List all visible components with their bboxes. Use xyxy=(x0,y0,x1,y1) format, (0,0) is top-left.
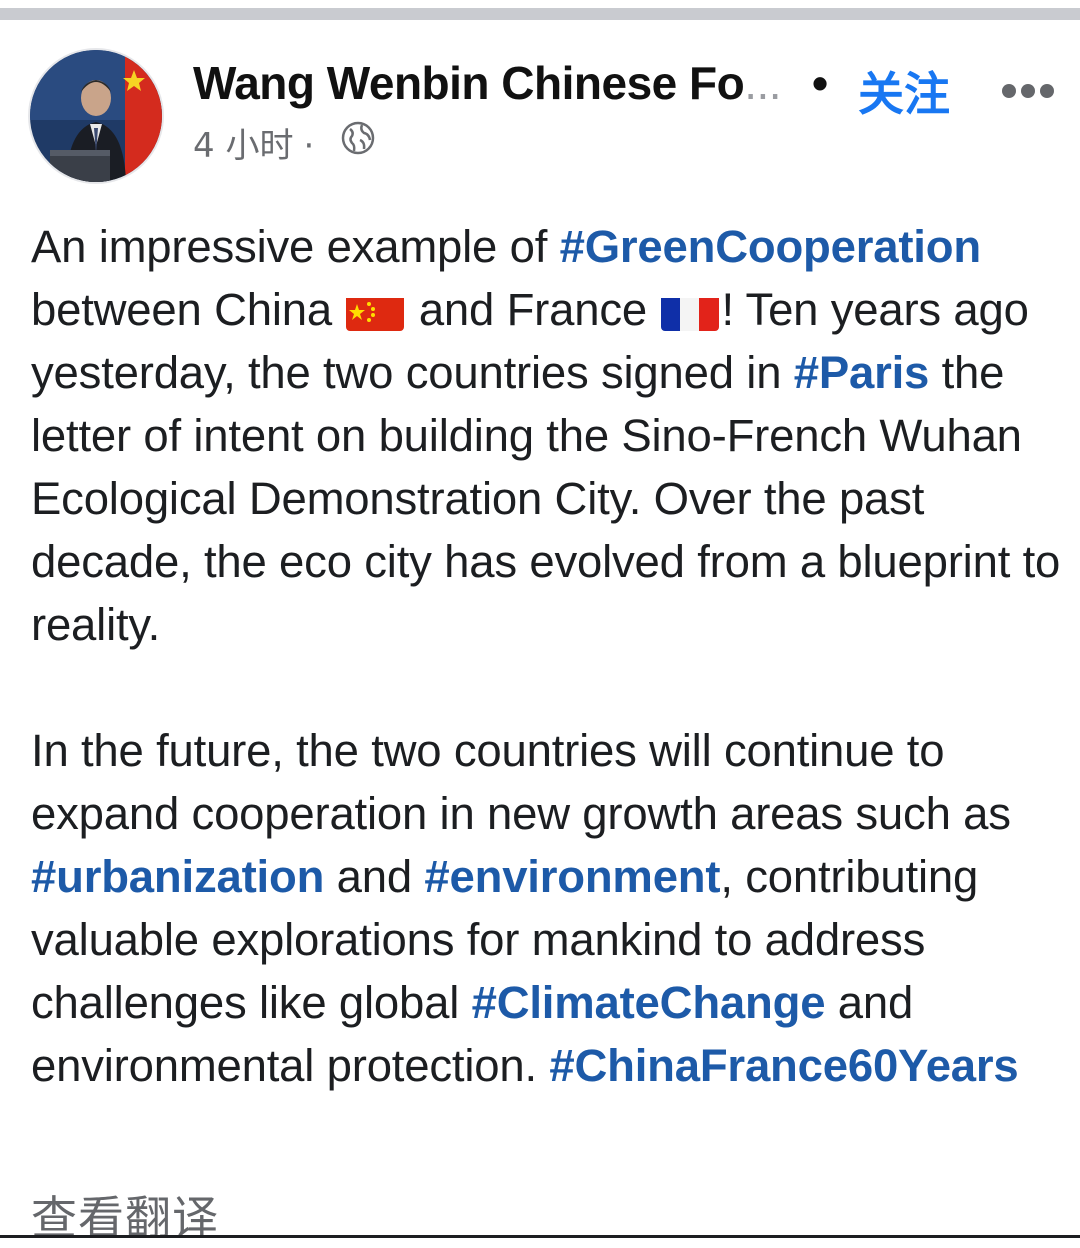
paragraph-2: In the future, the two countries will co… xyxy=(31,719,1061,1097)
flag-france-icon xyxy=(661,291,719,331)
avatar[interactable] xyxy=(28,48,164,184)
see-translation-link[interactable]: 查看翻译 xyxy=(31,1182,219,1248)
meta-separator: · xyxy=(303,126,314,166)
more-dot xyxy=(1021,84,1035,98)
avatar-image xyxy=(30,50,162,182)
post-body: An impressive example of #GreenCooperati… xyxy=(31,215,1061,1097)
header-separator-dot: • xyxy=(812,56,828,110)
post-meta: 4 小时· xyxy=(193,118,324,167)
author-name[interactable]: Wang Wenbin Chinese Fo... xyxy=(193,56,781,110)
text-segment: and France xyxy=(406,284,659,335)
more-dot xyxy=(1002,84,1016,98)
text-segment: In the future, the two countries will co… xyxy=(31,725,1011,839)
text-segment: and xyxy=(324,851,424,902)
hashtag-environment[interactable]: #environment xyxy=(424,851,720,902)
more-options-icon[interactable] xyxy=(998,80,1058,100)
paragraph-gap xyxy=(31,656,1061,719)
globe-icon[interactable] xyxy=(340,120,376,156)
flag-china-icon xyxy=(346,291,404,331)
more-dot xyxy=(1040,84,1054,98)
hashtag-urbanization[interactable]: #urbanization xyxy=(31,851,324,902)
truncation-ellipsis: ... xyxy=(744,57,781,109)
top-divider xyxy=(0,0,1080,22)
paragraph-1: An impressive example of #GreenCooperati… xyxy=(31,215,1061,656)
text-segment: between China xyxy=(31,284,344,335)
timestamp[interactable]: 4 小时 xyxy=(193,126,293,166)
hashtag-climatechange[interactable]: #ClimateChange xyxy=(472,977,826,1028)
post-card: Wang Wenbin Chinese Fo... • 关注 4 小时· An … xyxy=(0,22,1080,1238)
hashtag-greencooperation[interactable]: #GreenCooperation xyxy=(560,221,981,272)
divider-strip xyxy=(0,8,1080,20)
author-name-text: Wang Wenbin Chinese Fo xyxy=(193,57,744,109)
hashtag-chinafrance60years[interactable]: #ChinaFrance60Years xyxy=(549,1040,1018,1091)
hashtag-paris[interactable]: #Paris xyxy=(794,347,929,398)
text-segment: An impressive example of xyxy=(31,221,560,272)
follow-button[interactable]: 关注 xyxy=(858,58,950,124)
